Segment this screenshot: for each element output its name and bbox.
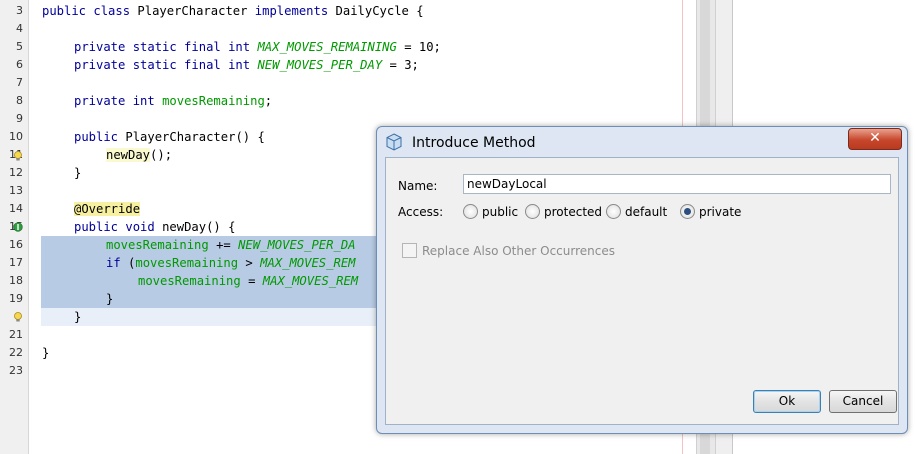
line-number: 22 bbox=[9, 346, 23, 359]
access-private-radio[interactable] bbox=[680, 204, 695, 219]
lightbulb-warning-icon[interactable] bbox=[13, 151, 23, 161]
access-protected-radio[interactable] bbox=[525, 204, 540, 219]
code-line-11: newDay(); bbox=[106, 148, 173, 162]
line-number: 9 bbox=[16, 112, 23, 125]
code-line-6: private static final int NEW_MOVES_PER_D… bbox=[74, 58, 419, 72]
introduce-method-dialog: Introduce Method ✕ Name: newDayLocal Acc… bbox=[376, 126, 908, 434]
close-button[interactable]: ✕ bbox=[848, 128, 902, 150]
lightbulb-hint-icon[interactable] bbox=[13, 312, 23, 322]
code-line-14: @Override bbox=[74, 200, 141, 218]
line-number: 23 bbox=[9, 364, 23, 377]
cancel-button[interactable]: Cancel bbox=[829, 390, 897, 413]
annotation-override: @Override bbox=[74, 202, 141, 216]
line-number: 7 bbox=[16, 76, 23, 89]
access-private-label[interactable]: private bbox=[699, 205, 741, 219]
code-line-22: } bbox=[42, 346, 50, 360]
code-line-19: } bbox=[106, 292, 114, 306]
line-number: 4 bbox=[16, 22, 23, 35]
code-line-15: public void newDay() { bbox=[74, 220, 236, 234]
method-name-input[interactable]: newDayLocal bbox=[463, 174, 891, 194]
replace-occurrences-label: Replace Also Other Occurrences bbox=[422, 244, 615, 258]
access-default-radio[interactable] bbox=[606, 204, 621, 219]
line-number: 21 bbox=[9, 328, 23, 341]
line-number: 18 bbox=[9, 274, 23, 287]
code-line-16: movesRemaining += NEW_MOVES_PER_DA bbox=[106, 238, 356, 252]
access-default-label[interactable]: default bbox=[625, 205, 667, 219]
code-line-5: private static final int MAX_MOVES_REMAI… bbox=[74, 40, 441, 54]
replace-occurrences-checkbox[interactable] bbox=[402, 243, 417, 258]
netbeans-cube-icon bbox=[386, 133, 402, 151]
line-number: 5 bbox=[16, 40, 23, 53]
access-protected-label[interactable]: protected bbox=[544, 205, 602, 219]
line-number: 10 bbox=[9, 130, 23, 143]
line-number: 3 bbox=[16, 4, 23, 17]
line-number-gutter: 3 4 5 6 7 8 9 10 11 12 13 14 15 16 17 18… bbox=[0, 0, 29, 454]
line-number: 13 bbox=[9, 184, 23, 197]
code-line-10: public PlayerCharacter() { bbox=[74, 130, 265, 144]
code-line-17: if (movesRemaining > MAX_MOVES_REM bbox=[106, 256, 356, 270]
code-line-3: public class PlayerCharacter implements … bbox=[42, 4, 424, 18]
line-number: 12 bbox=[9, 166, 23, 179]
ok-button[interactable]: Ok bbox=[753, 390, 821, 413]
access-label: Access: bbox=[398, 205, 444, 219]
line-number: 19 bbox=[9, 292, 23, 305]
override-marker-icon[interactable] bbox=[13, 222, 23, 232]
dialog-content: Name: newDayLocal Access: public protect… bbox=[385, 157, 899, 425]
code-line-18: movesRemaining = MAX_MOVES_REM bbox=[138, 274, 359, 288]
dialog-title: Introduce Method bbox=[412, 135, 536, 151]
access-public-label[interactable]: public bbox=[482, 205, 518, 219]
line-number: 16 bbox=[9, 238, 23, 251]
access-public-radio[interactable] bbox=[463, 204, 478, 219]
name-label: Name: bbox=[398, 179, 438, 193]
code-line-12: } bbox=[74, 166, 82, 180]
dialog-titlebar[interactable]: Introduce Method ✕ bbox=[377, 127, 907, 157]
line-number: 8 bbox=[16, 94, 23, 107]
line-number: 14 bbox=[9, 202, 23, 215]
code-line-20: } bbox=[74, 310, 82, 324]
line-number: 17 bbox=[9, 256, 23, 269]
code-line-8: private int movesRemaining; bbox=[74, 94, 273, 108]
line-number: 6 bbox=[16, 58, 23, 71]
